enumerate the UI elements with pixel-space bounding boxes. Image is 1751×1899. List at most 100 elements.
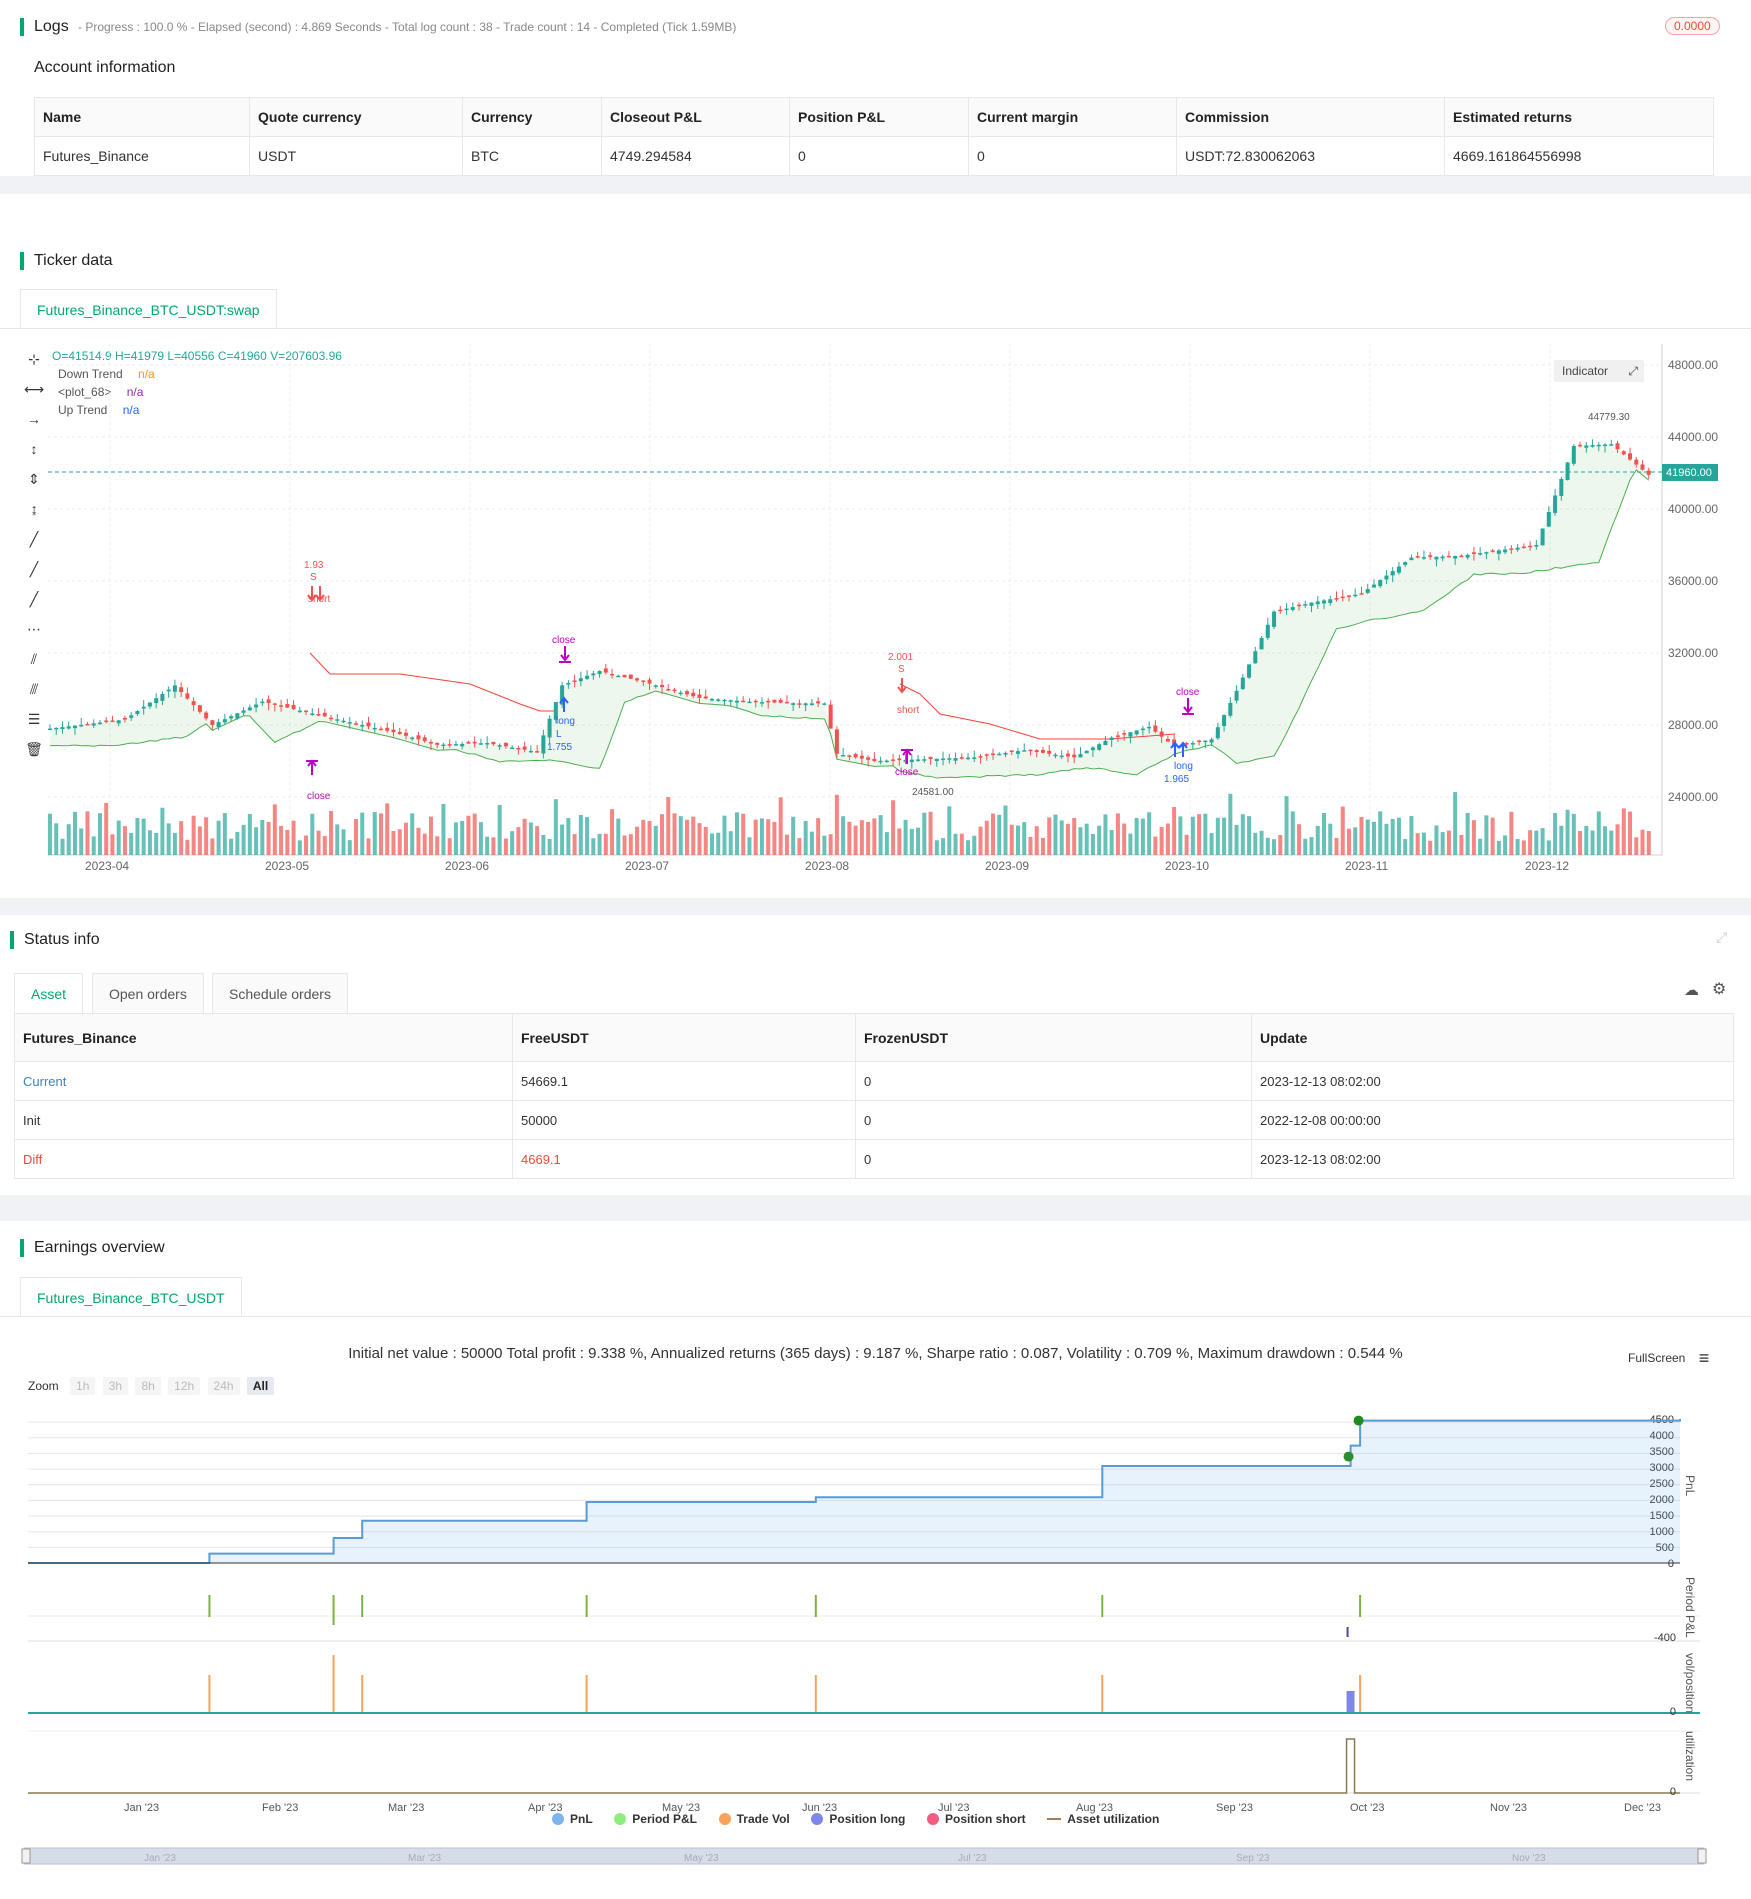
price-label-36000: 36000.00 [1668, 574, 1718, 588]
volume-bar [966, 840, 971, 855]
legend-item-period-pnl[interactable]: Period P&L [614, 1812, 697, 1826]
tab-open-orders[interactable]: Open orders [92, 973, 204, 1013]
candle [1421, 550, 1426, 560]
legend-item-asset-utilization[interactable]: Asset utilization [1047, 1812, 1159, 1826]
candle [247, 704, 252, 712]
volume-bar [272, 804, 277, 855]
annotation-close-top: close [552, 635, 576, 646]
cloud-download-icon[interactable]: ☁ [1684, 981, 1699, 999]
x-label-2023-04: 2023-04 [85, 859, 129, 873]
candle [1590, 439, 1595, 448]
volume-bar [1615, 824, 1620, 855]
volume-bar [541, 834, 546, 855]
volume-bar [1147, 812, 1152, 855]
volume-bar [603, 833, 608, 855]
candle [110, 715, 115, 723]
nav-label-sep: Sep '23 [1236, 1853, 1270, 1864]
status-expand-icon[interactable]: ⤢ [1716, 929, 1727, 946]
volume-bar [166, 823, 171, 855]
volume-bar [279, 825, 284, 855]
asset-header-update: Update [1251, 1013, 1734, 1062]
navigator-handle-right[interactable] [1697, 1848, 1707, 1864]
volume-bar [291, 820, 296, 855]
volume-bar [1165, 823, 1170, 855]
logs-badge[interactable]: 0.0000 [1665, 17, 1720, 35]
price-label-32000: 32000.00 [1668, 646, 1718, 660]
candle [85, 721, 90, 726]
candle [872, 752, 877, 763]
volume-bar [147, 830, 152, 855]
volume-bar [847, 821, 852, 855]
volume-bar [316, 830, 321, 855]
annotation-high: 44779.30 [1588, 412, 1630, 423]
volume-bar [1428, 840, 1433, 855]
volume-bar [1496, 840, 1501, 855]
volume-bar [48, 813, 52, 855]
candle [1265, 617, 1270, 640]
volume-bar [716, 832, 721, 855]
volume-bar [1272, 839, 1277, 855]
legend-period-dot-icon [614, 1813, 627, 1825]
candle [1353, 588, 1358, 598]
trade-vol-bar [814, 1675, 817, 1713]
volume-bar [1322, 813, 1327, 855]
asset-row-diff-free: 4669.1 [512, 1139, 856, 1179]
volume-bar [953, 833, 958, 855]
volume-bar [828, 834, 833, 855]
volume-bar [1122, 823, 1127, 855]
navigator-track[interactable] [23, 1847, 1705, 1865]
volume-bar [653, 825, 658, 855]
asset-row-current-update: 2023-12-13 08:02:00 [1251, 1061, 1734, 1101]
legend-item-trade-vol[interactable]: Trade Vol [718, 1812, 790, 1826]
price-label-28000: 28000.00 [1668, 718, 1718, 732]
asset-header-free: FreeUSDT [512, 1013, 856, 1062]
trade-vol-bar [1101, 1675, 1104, 1713]
volume-bar [641, 819, 646, 855]
tab-schedule-orders[interactable]: Schedule orders [212, 973, 348, 1013]
legend-item-position-long[interactable]: Position long [811, 1812, 905, 1826]
asset-row-diff-name: Diff [14, 1139, 513, 1179]
legend-item-pnl[interactable]: PnL [552, 1812, 593, 1826]
legend-short-dot-icon [927, 1813, 939, 1825]
x-label-2023-12: 2023-12 [1525, 859, 1569, 873]
volume-bar [1140, 818, 1145, 855]
volume-bar [1465, 812, 1470, 855]
volume-bar [1596, 811, 1601, 855]
nav-label-nov: Nov '23 [1512, 1853, 1546, 1864]
trade-vol-bar [208, 1675, 211, 1713]
gear-icon[interactable]: ⚙ [1712, 979, 1726, 999]
down-trend-line [899, 683, 1176, 740]
volume-bar [972, 835, 977, 855]
candle [1409, 554, 1414, 561]
volume-bar [197, 826, 202, 855]
volume-bar [1371, 821, 1376, 855]
candle [1571, 444, 1576, 466]
period-pnl-neg-bar [1346, 1627, 1349, 1637]
ex-label-mar: Mar '23 [388, 1802, 424, 1814]
volume-bar [884, 832, 889, 855]
candle [841, 747, 846, 757]
legend-item-position-short[interactable]: Position short [927, 1812, 1026, 1826]
volume-bar [903, 819, 908, 855]
legend-vol-label: Trade Vol [736, 1812, 790, 1826]
close1-arrow-icon [306, 759, 318, 775]
volume-bar [210, 838, 215, 855]
ex-label-jan: Jan '23 [124, 1802, 159, 1814]
price-label-44000: 44000.00 [1668, 430, 1718, 444]
candle [185, 687, 190, 700]
annotation-short1-label: short [308, 594, 330, 605]
ex-label-sep: Sep '23 [1216, 1802, 1253, 1814]
tab-asset[interactable]: Asset [14, 973, 84, 1013]
ticker-panel: Ticker data Futures_Binance_BTC_USDT:swa… [0, 194, 1751, 898]
volume-bar [1315, 826, 1320, 855]
volume-bar [685, 819, 690, 855]
account-header-quote: Quote currency [249, 97, 463, 137]
volume-bar [1634, 837, 1639, 855]
navigator-handle-left[interactable] [21, 1848, 31, 1864]
volume-bar [485, 836, 490, 855]
volume-bar [72, 811, 77, 855]
volume-bar [410, 813, 415, 855]
candle [703, 689, 708, 700]
annotation-short1-s: S [310, 572, 317, 583]
volume-bar [1297, 824, 1302, 855]
